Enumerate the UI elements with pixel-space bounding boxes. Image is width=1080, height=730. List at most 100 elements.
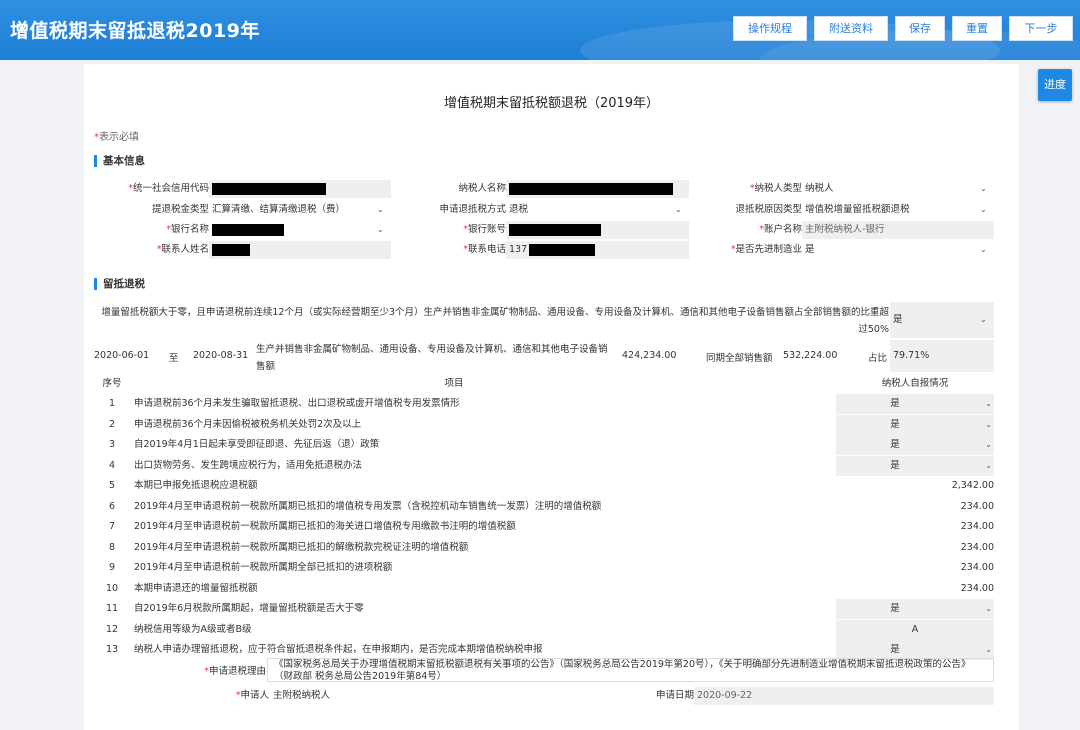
operation-procedure-button[interactable]: 操作规程 <box>733 16 807 41</box>
row-no: 4 <box>108 459 116 471</box>
amount-cell: 2,342.00 <box>836 476 994 496</box>
redacted-block <box>212 223 284 236</box>
save-button[interactable]: 保存 <box>895 16 945 41</box>
reset-button[interactable]: 重置 <box>952 16 1002 41</box>
bank-account-field[interactable] <box>506 221 689 239</box>
condition-select[interactable]: 是 ⌄ <box>890 302 994 338</box>
table-row: 7 2019年4月至申请退税前一税款所属期已抵扣的海关进口增值税专用缴款书注明的增… <box>94 517 994 537</box>
row-item: 本期已申报免抵退税应退税额 <box>134 480 258 491</box>
apply-date-label: 申请日期 <box>655 690 694 701</box>
chevron-down-icon[interactable]: ⌄ <box>980 201 987 219</box>
table-row: 1 申请退税前36个月未发生骗取留抵退税、出口退税或虚开增值税专用发票情形是 ⌄ <box>94 394 994 414</box>
select-value: 是 <box>890 418 900 430</box>
amount-cell: 234.00 <box>836 538 994 558</box>
row-no: 10 <box>105 582 119 594</box>
reason-textarea[interactable]: 《国家税务总局关于办理增值税期末留抵税额退税有关事项的公告》（国家税务总局公告2… <box>267 658 994 682</box>
advanced-mfg-select[interactable]: 是 <box>802 241 994 259</box>
select-value: 是 <box>890 603 900 614</box>
status-select[interactable]: 是 ⌄ <box>836 640 994 660</box>
contact-phone-field[interactable]: 137 <box>506 241 689 259</box>
row-item: 2019年4月至申请退税前一税款所属期全部已抵扣的进项税额 <box>134 562 393 573</box>
table-header: 序号 项目 纳税人自报情况 <box>94 374 994 394</box>
next-step-button[interactable]: 下一步 <box>1009 16 1073 41</box>
amount-value: 2,342.00 <box>951 480 994 491</box>
row-item: 申请退税前36个月未发生骗取留抵退税、出口退税或虚开增值税专用发票情形 <box>134 398 460 409</box>
redacted-block <box>509 182 673 195</box>
period-start: 2020-06-01 <box>94 350 150 361</box>
row-no: 8 <box>108 541 116 553</box>
row-no: 2 <box>108 418 116 430</box>
refund-reason-label: 退抵税原因类型 <box>735 204 802 215</box>
refund-reason-select[interactable]: 增值税增量留抵税额退税 <box>802 201 994 219</box>
label-text: 申请人 <box>240 690 269 701</box>
required-note: *表示必填 <box>94 128 139 143</box>
refund-type-label: 提退税金类型 <box>151 204 209 215</box>
row-item: 2019年4月至申请退税前一税款所属期已抵扣的增值税专用发票（含税控机动车销售统… <box>134 500 602 512</box>
field-value: 137 <box>509 244 528 255</box>
label-text: 联系电话 <box>467 244 506 255</box>
contact-name-field[interactable] <box>209 241 391 259</box>
table-row: 12 纳税信用等级为A级或者B级 A <box>94 619 994 640</box>
form-title: 增值税期末留抵税额退税（2019年） <box>443 96 660 111</box>
applicant-field[interactable]: 主附税纳税人 <box>270 687 600 705</box>
app-header: 增值税期末留抵退税2019年 操作规程 附送资料 保存 重置 下一步 <box>0 0 1080 60</box>
account-name-label: *账户名称 <box>692 221 802 239</box>
section-basic-info: 基本信息 <box>94 155 145 167</box>
taxpayer-name-label: 纳税人名称 <box>394 180 506 198</box>
chevron-down-icon: ⌄ <box>985 419 992 429</box>
label-text: 是否先进制造业 <box>735 244 802 255</box>
total-sales-label: 同期全部销售额 <box>706 353 773 364</box>
reason-label: *申请退税理由 <box>94 663 266 681</box>
select-value: 退税 <box>509 204 529 215</box>
credit-level-field[interactable]: A <box>836 619 994 640</box>
chevron-down-icon: ⌄ <box>985 440 992 449</box>
select-value: 是 <box>805 244 815 255</box>
taxpayer-name-field[interactable] <box>506 180 689 198</box>
label-text: 账户名称 <box>763 224 802 235</box>
period-end: 2020-08-31 <box>193 350 249 361</box>
status-select[interactable]: 是 ⌄ <box>836 599 994 619</box>
row-item: 本期申请退还的增量留抵税额 <box>134 582 258 594</box>
label-text: 纳税人名称 <box>458 183 506 194</box>
select-value: 是 <box>890 439 900 450</box>
refund-type-select[interactable]: 汇算清缴、结算清缴退税（费） <box>209 201 391 219</box>
select-value: 是 <box>893 314 903 325</box>
status-select[interactable]: 是 ⌄ <box>836 414 994 435</box>
row-item: 申请退税前36个月未因偷税被税务机关处罚2次及以上 <box>134 418 362 430</box>
chevron-down-icon[interactable]: ⌄ <box>980 180 987 198</box>
credit-code-field[interactable] <box>209 180 391 198</box>
chevron-down-icon: ⌄ <box>985 399 992 408</box>
apply-date-field[interactable]: 2020-09-22 <box>694 687 994 705</box>
credit-code-label: *统一社会信用代码 <box>94 180 209 198</box>
row-no: 3 <box>108 439 116 450</box>
status-select[interactable]: 是 ⌄ <box>836 455 994 476</box>
table-row: 3 自2019年4月1日起未享受即征即退、先征后返（退）政策是 ⌄ <box>94 435 994 455</box>
row-item: 纳税信用等级为A级或者B级 <box>134 623 252 635</box>
row-item: 自2019年4月1日起未享受即征即退、先征后返（退）政策 <box>134 439 380 450</box>
section-refund: 留抵退税 <box>94 278 145 290</box>
chevron-down-icon: ⌄ <box>985 460 992 470</box>
header-item: 项目 <box>444 378 464 389</box>
bank-name-select[interactable] <box>209 221 391 239</box>
account-name-field[interactable]: 主附税纳税人-银行 <box>802 221 994 239</box>
label-text: 统一社会信用代码 <box>132 183 209 194</box>
refund-method-select[interactable]: 退税 <box>506 201 689 219</box>
form-panel: 增值税期末留抵税额退税（2019年） *表示必填 基本信息 *统一社会信用代码 … <box>84 64 1019 730</box>
table-row: 5 本期已申报免抵退税应退税额 2,342.00 <box>94 476 994 496</box>
chevron-down-icon[interactable]: ⌄ <box>980 241 987 259</box>
chevron-down-icon[interactable]: ⌄ <box>377 221 384 239</box>
attachments-button[interactable]: 附送资料 <box>814 16 888 41</box>
taxpayer-type-select[interactable]: 纳税人 <box>802 180 994 198</box>
status-select[interactable]: 是 ⌄ <box>836 394 994 414</box>
bank-name-label: *银行名称 <box>94 221 209 239</box>
status-select[interactable]: 是 ⌄ <box>836 435 994 455</box>
table-row: 8 2019年4月至申请退税前一税款所属期已抵扣的解缴税款完税证注明的增值税额 23… <box>94 538 994 558</box>
chevron-down-icon[interactable]: ⌄ <box>675 201 682 219</box>
row-no: 6 <box>108 500 116 512</box>
select-value: 汇算清缴、结算清缴退税（费） <box>212 204 346 215</box>
amount-value: 234.00 <box>960 541 994 553</box>
chevron-down-icon[interactable]: ⌄ <box>377 201 384 219</box>
amount-cell: 234.00 <box>836 558 994 578</box>
table-row: 6 2019年4月至申请退税前一税款所属期已抵扣的增值税专用发票（含税控机动车销售… <box>94 497 994 517</box>
progress-button[interactable]: 进度 <box>1038 69 1072 101</box>
